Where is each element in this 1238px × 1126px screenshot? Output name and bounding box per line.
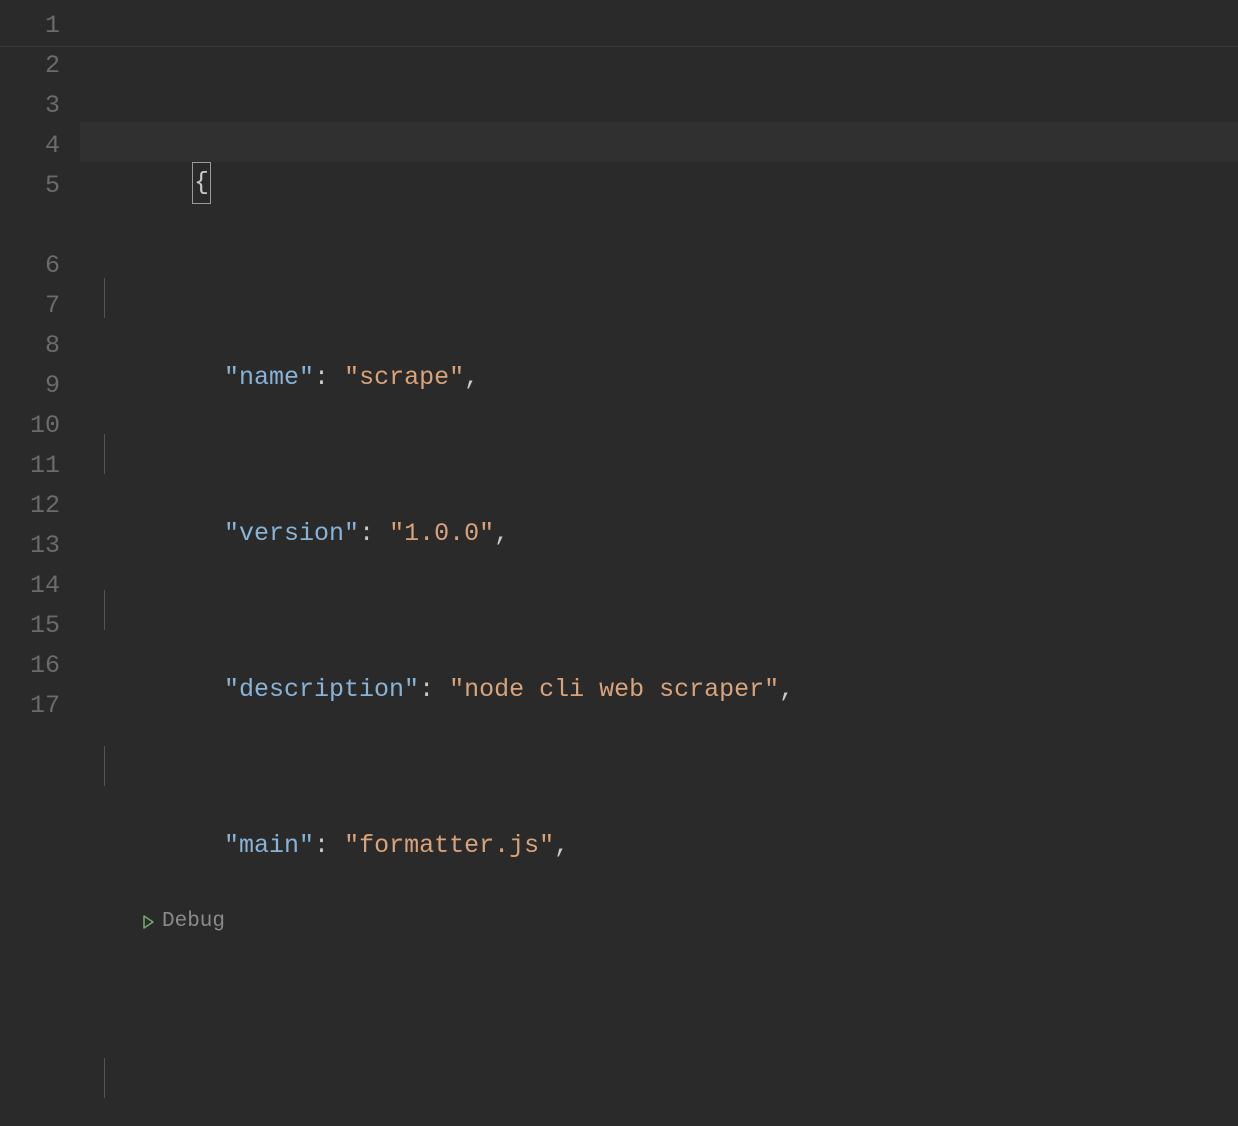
code-line[interactable]: "description": "node cli web scraper",: [80, 590, 1238, 630]
codelens-label: Debug: [162, 902, 225, 942]
line-number: 4: [0, 126, 60, 166]
json-key-version: "version": [224, 519, 359, 548]
code-area[interactable]: { "name": "scrape", "version": "1.0.0", …: [80, 0, 1238, 1126]
line-number-gutter: 1 2 3 4 5 6 7 8 9 10 11 12 13 14 15 16 1…: [0, 0, 80, 1126]
line-number: 13: [0, 526, 60, 566]
json-value-main: "formatter.js": [344, 831, 554, 860]
code-line[interactable]: "scripts": {: [80, 1058, 1238, 1098]
line-number: 16: [0, 646, 60, 686]
line-number: 7: [0, 286, 60, 326]
json-key-description: "description": [224, 675, 419, 704]
indent-guide: [104, 1058, 105, 1098]
line-number: 12: [0, 486, 60, 526]
indent: [194, 363, 224, 392]
line-number: 6: [0, 246, 60, 286]
code-editor[interactable]: 1 2 3 4 5 6 7 8 9 10 11 12 13 14 15 16 1…: [0, 0, 1238, 1126]
indent-guide: [104, 590, 105, 630]
comma: ,: [464, 363, 479, 392]
indent-guide: [104, 434, 105, 474]
line-number: 10: [0, 406, 60, 446]
line-number: 8: [0, 326, 60, 366]
json-value-version: "1.0.0": [389, 519, 494, 548]
line-number: 14: [0, 566, 60, 606]
json-key-main: "main": [224, 831, 314, 860]
indent-guide: [104, 746, 105, 786]
json-value-name: "scrape": [344, 363, 464, 392]
open-brace: {: [192, 162, 211, 204]
line-number: 3: [0, 86, 60, 126]
line-number: 1: [0, 6, 60, 46]
json-value-description: "node cli web scraper": [449, 675, 779, 704]
json-key-name: "name": [224, 363, 314, 392]
line-number: 15: [0, 606, 60, 646]
line-number: 5: [0, 166, 60, 206]
code-line[interactable]: "version": "1.0.0",: [80, 434, 1238, 474]
code-line[interactable]: {: [80, 122, 1238, 162]
line-number: 2: [0, 46, 60, 86]
line-number: 17: [0, 686, 60, 726]
line-number: 11: [0, 446, 60, 486]
gutter-spacer: [0, 206, 60, 246]
codelens-debug[interactable]: Debug: [80, 902, 1238, 942]
code-line[interactable]: "name": "scrape",: [80, 278, 1238, 318]
code-line[interactable]: "main": "formatter.js",: [80, 746, 1238, 786]
colon: :: [314, 363, 329, 392]
line-number: 9: [0, 366, 60, 406]
play-icon: [140, 914, 156, 930]
indent-guide: [104, 278, 105, 318]
